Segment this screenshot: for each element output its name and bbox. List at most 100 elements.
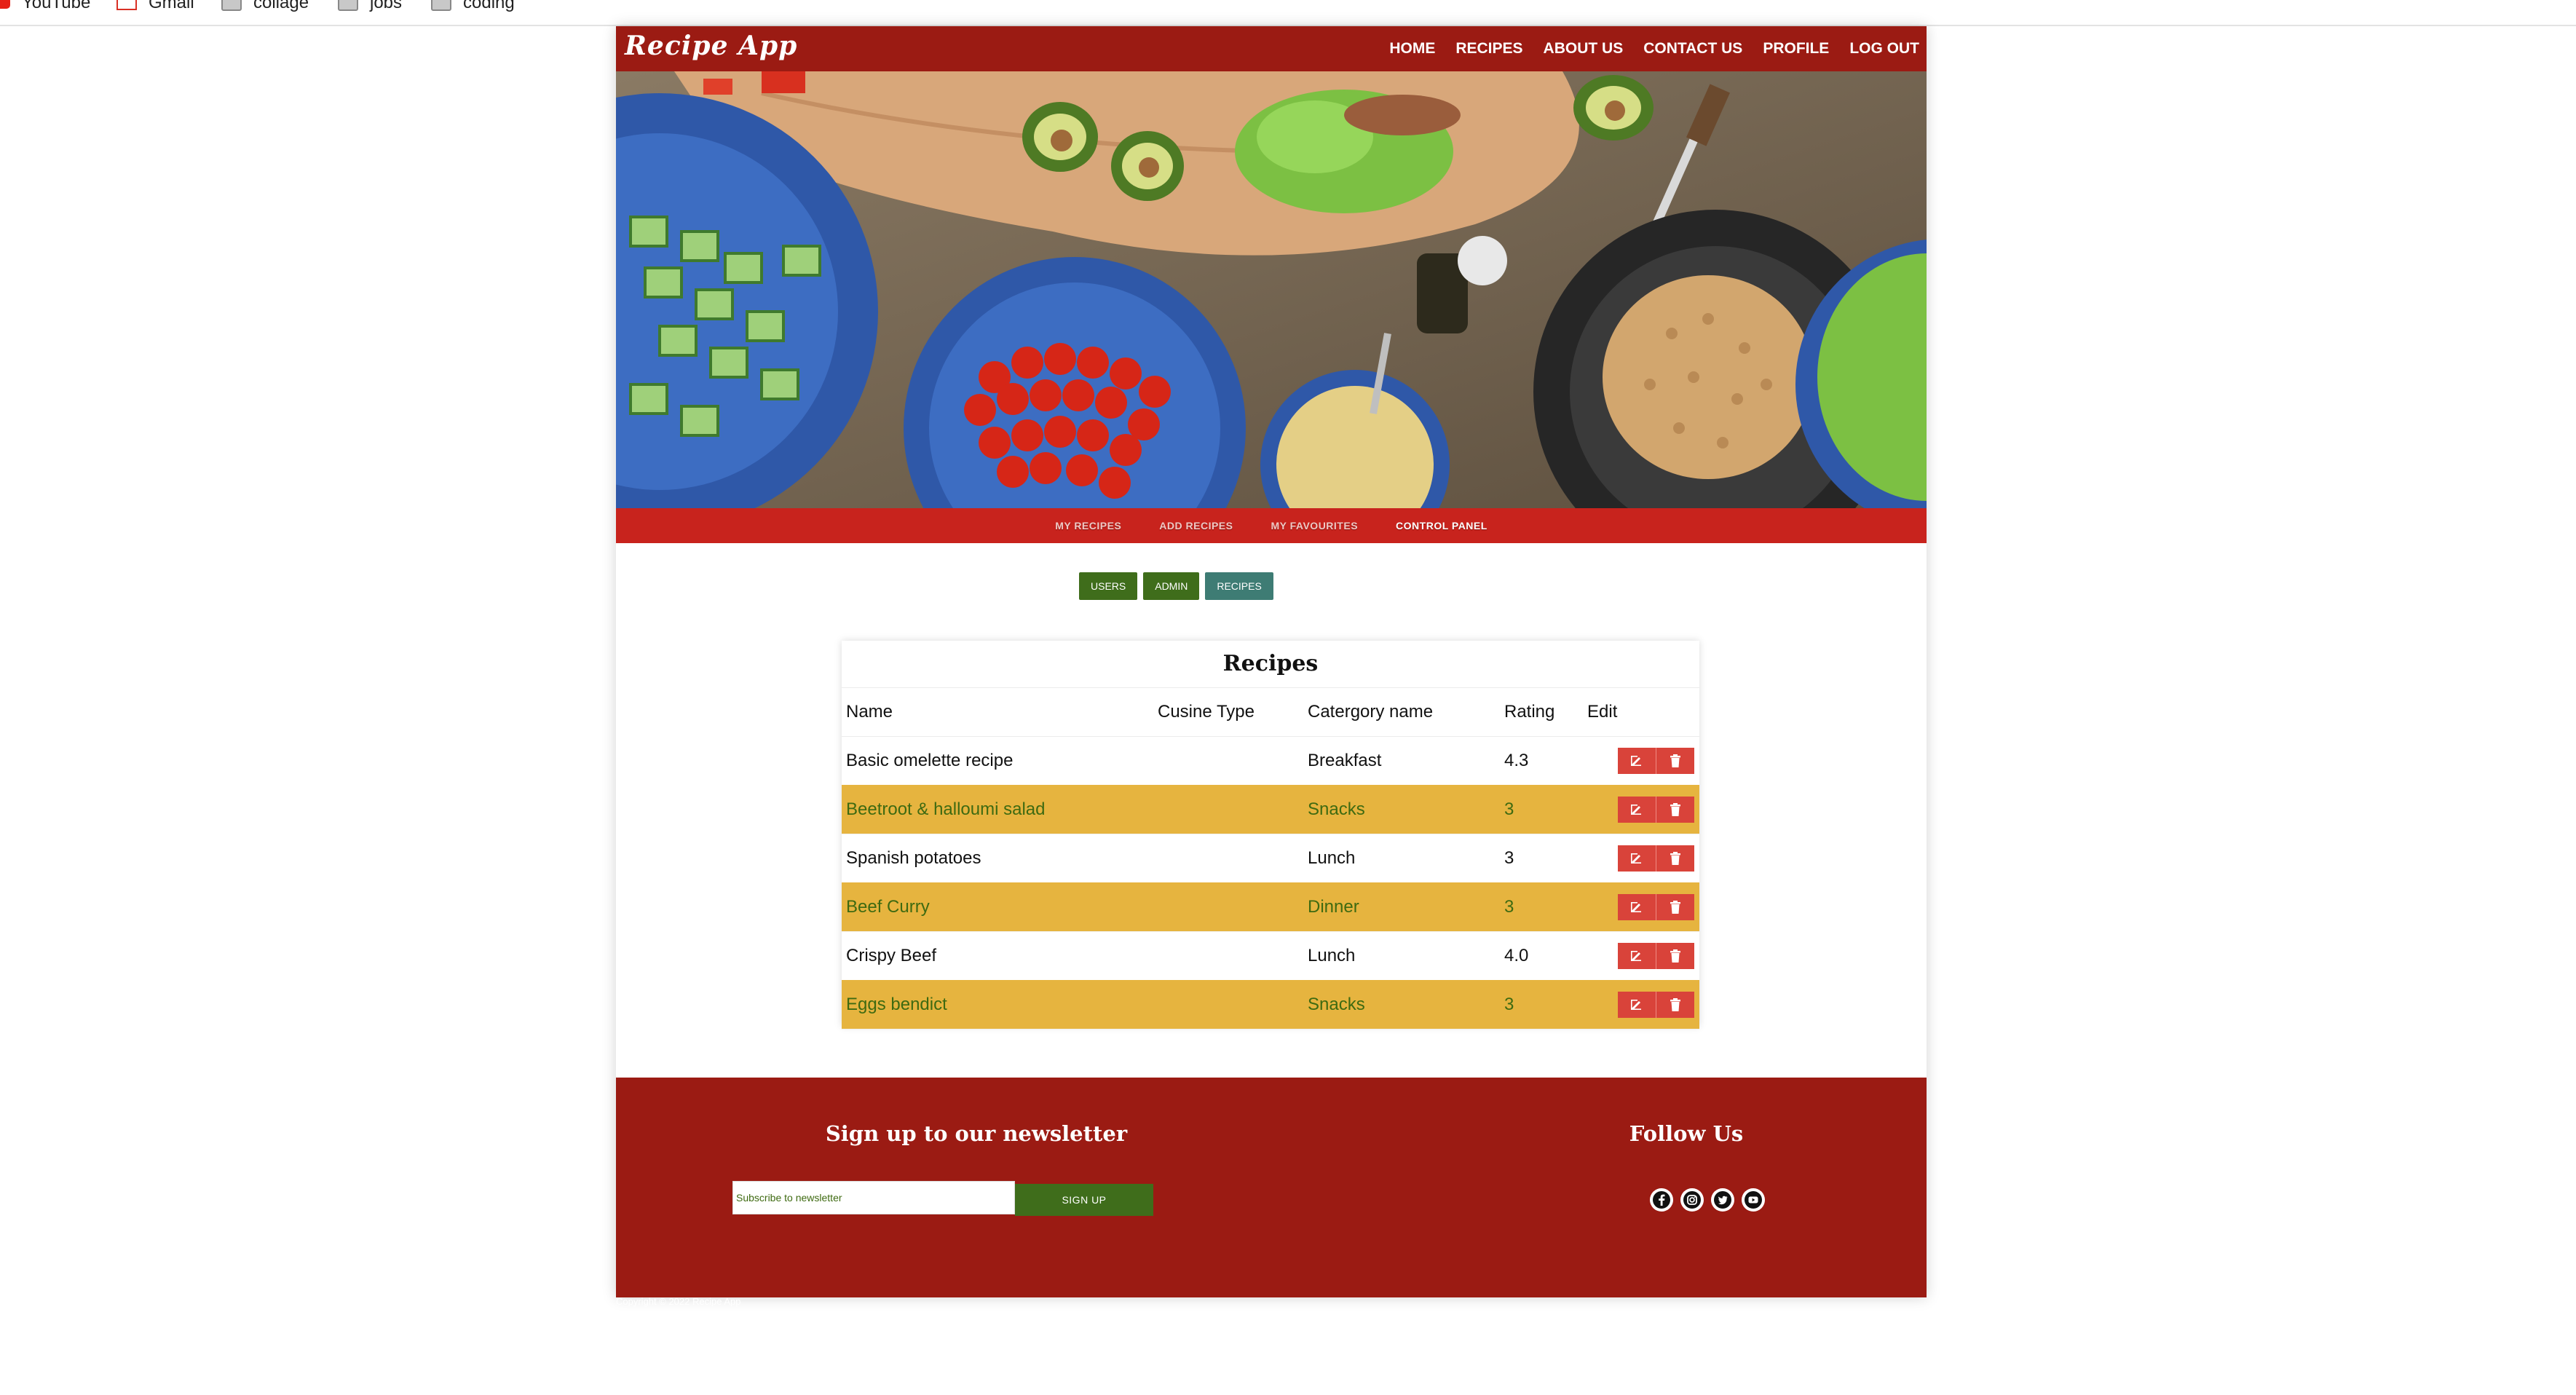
cell-category: Lunch [1308, 946, 1356, 965]
edit-icon [1631, 1000, 1641, 1010]
app-container: Recipe App HOME RECIPES ABOUT US CONTACT… [616, 26, 1927, 1307]
cell-category: Dinner [1308, 897, 1359, 917]
newsletter-title: Sign up to our newsletter [825, 1121, 1128, 1146]
edit-icon [1631, 756, 1641, 766]
cell-rating: 3 [1504, 848, 1514, 868]
row-actions [1618, 992, 1694, 1018]
follow-us-title: Follow Us [1629, 1121, 1744, 1146]
footer: Sign up to our newsletter SIGN UP Follow… [616, 1078, 1927, 1297]
table-row: Beetroot & halloumi salad Snacks 3 [842, 785, 1699, 834]
row-actions [1618, 748, 1694, 774]
cell-name: Eggs bendict [846, 995, 947, 1014]
recipes-table-card: Recipes Name Cusine Type Catergory name … [842, 641, 1699, 1030]
edit-icon [1631, 805, 1641, 815]
table-row: Crispy Beef Lunch 4.0 [842, 931, 1699, 981]
bookmark-label: Gmail [149, 0, 194, 12]
edit-icon [1631, 951, 1641, 961]
nav-logout-link[interactable]: LOG OUT [1849, 40, 1919, 58]
nav-links: HOME RECIPES ABOUT US CONTACT US PROFILE… [1389, 26, 1919, 71]
trash-icon [1670, 998, 1680, 1011]
row-actions [1618, 845, 1694, 872]
delete-button[interactable] [1656, 797, 1694, 823]
bookmark-youtube[interactable]: YouTube [0, 0, 90, 13]
cell-rating: 3 [1504, 897, 1514, 917]
edit-button[interactable] [1618, 894, 1656, 920]
nav-about-link[interactable]: ABOUT US [1544, 40, 1624, 58]
table-row: Spanish potatoes Lunch 3 [842, 834, 1699, 883]
top-navbar: Recipe App HOME RECIPES ABOUT US CONTACT… [616, 26, 1927, 71]
recipes-button[interactable]: RECIPES [1205, 572, 1273, 600]
cell-name: Crispy Beef [846, 946, 937, 965]
edit-button[interactable] [1618, 943, 1656, 969]
header-edit: Edit [1587, 702, 1618, 722]
header-cuisine: Cusine Type [1158, 702, 1255, 722]
hero-image [616, 71, 1927, 508]
row-actions [1618, 797, 1694, 823]
bookmark-gmail[interactable]: Gmail [116, 0, 194, 13]
delete-button[interactable] [1656, 943, 1694, 969]
twitter-icon[interactable] [1711, 1188, 1734, 1212]
cell-category: Lunch [1308, 848, 1356, 868]
admin-button[interactable]: ADMIN [1143, 572, 1200, 600]
cell-rating: 3 [1504, 799, 1514, 819]
bookmark-label: coding [463, 0, 515, 12]
folder-icon [338, 0, 358, 11]
header-name: Name [846, 702, 893, 722]
nav-profile-link[interactable]: PROFILE [1763, 40, 1829, 58]
table-row: Beef Curry Dinner 3 [842, 882, 1699, 932]
instagram-icon[interactable] [1680, 1188, 1704, 1212]
sub-navbar: MY RECIPES ADD RECIPES MY FAVOURITES CON… [616, 508, 1927, 543]
cell-name: Beetroot & halloumi salad [846, 799, 1046, 819]
cell-category: Snacks [1308, 799, 1365, 819]
cell-name: Basic omelette recipe [846, 751, 1014, 770]
table-title: Recipes [842, 641, 1699, 688]
edit-button[interactable] [1618, 845, 1656, 872]
table-header: Name Cusine Type Catergory name Rating E… [842, 687, 1699, 737]
subnav-control-panel[interactable]: CONTROL PANEL [1396, 520, 1487, 531]
header-category: Catergory name [1308, 702, 1434, 722]
signup-button[interactable]: SIGN UP [1015, 1184, 1153, 1216]
folder-icon [431, 0, 451, 11]
edit-icon [1631, 902, 1641, 912]
copyright-text: Copyright © 2022 Recipe App [616, 1296, 741, 1307]
cell-category: Breakfast [1308, 751, 1382, 770]
edit-button[interactable] [1618, 992, 1656, 1018]
youtube-icon[interactable] [1742, 1188, 1765, 1212]
subnav-my-recipes[interactable]: MY RECIPES [1055, 520, 1121, 531]
subnav-my-favourites[interactable]: MY FAVOURITES [1271, 520, 1358, 531]
bookmark-coding[interactable]: coding [431, 0, 515, 13]
cell-name: Beef Curry [846, 897, 930, 917]
bookmarks-bar: YouTube Gmail collage jobs coding [0, 0, 2576, 26]
trash-icon [1670, 754, 1680, 767]
row-actions [1618, 943, 1694, 969]
trash-icon [1670, 803, 1680, 816]
delete-button[interactable] [1656, 748, 1694, 774]
bookmark-collage[interactable]: collage [221, 0, 309, 13]
gmail-icon [116, 0, 137, 10]
nav-home-link[interactable]: HOME [1389, 40, 1435, 58]
delete-button[interactable] [1656, 992, 1694, 1018]
brand-logo[interactable]: Recipe App [625, 31, 797, 61]
youtube-icon [0, 0, 10, 9]
social-links [1650, 1188, 1765, 1212]
header-rating: Rating [1504, 702, 1555, 722]
newsletter-email-input[interactable] [732, 1181, 1015, 1214]
cell-category: Snacks [1308, 995, 1365, 1014]
nav-recipes-link[interactable]: RECIPES [1455, 40, 1522, 58]
subnav-add-recipes[interactable]: ADD RECIPES [1159, 520, 1233, 531]
cell-rating: 3 [1504, 995, 1514, 1014]
trash-icon [1670, 901, 1680, 914]
bookmark-label: YouTube [22, 0, 91, 12]
users-button[interactable]: USERS [1079, 572, 1138, 600]
delete-button[interactable] [1656, 894, 1694, 920]
facebook-icon[interactable] [1650, 1188, 1673, 1212]
edit-button[interactable] [1618, 797, 1656, 823]
bookmark-label: collage [253, 0, 309, 12]
bookmark-jobs[interactable]: jobs [338, 0, 402, 13]
edit-button[interactable] [1618, 748, 1656, 774]
cell-name: Spanish potatoes [846, 848, 981, 868]
control-panel-buttons: USERS ADMIN RECIPES [1079, 572, 1273, 600]
delete-button[interactable] [1656, 845, 1694, 872]
trash-icon [1670, 852, 1680, 865]
nav-contact-link[interactable]: CONTACT US [1643, 40, 1742, 58]
